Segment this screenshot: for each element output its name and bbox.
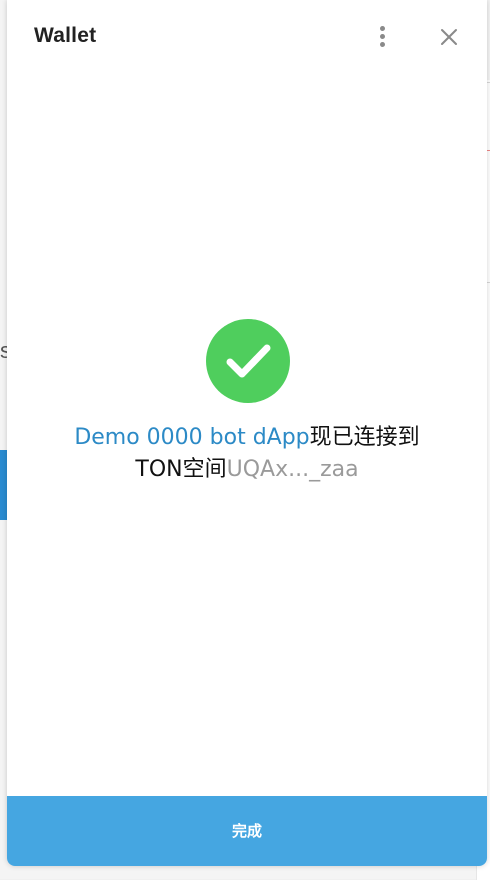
connected-text: 现已连接到 xyxy=(309,425,420,450)
check-circle-icon xyxy=(206,319,290,403)
wallet-address: UQAx..._zaa xyxy=(226,457,359,482)
dapp-name: Demo 0000 bot dApp xyxy=(74,425,310,450)
connection-message-line-2: TON空间UQAx..._zaa xyxy=(7,454,487,486)
more-vertical-icon[interactable] xyxy=(373,24,393,50)
dialog-header: Wallet xyxy=(7,0,487,74)
ton-space-label: TON空间 xyxy=(135,457,227,482)
connection-message-line-1: Demo 0000 bot dApp现已连接到 xyxy=(7,422,487,454)
done-button[interactable]: 完成 xyxy=(7,796,487,866)
wallet-dialog: Wallet Demo 0000 bot dApp现已连接到 TON空间UQAx… xyxy=(7,0,487,866)
dialog-title: Wallet xyxy=(34,24,97,47)
close-icon[interactable] xyxy=(437,25,461,49)
connection-message: Demo 0000 bot dApp现已连接到 TON空间UQAx..._zaa xyxy=(7,422,487,486)
